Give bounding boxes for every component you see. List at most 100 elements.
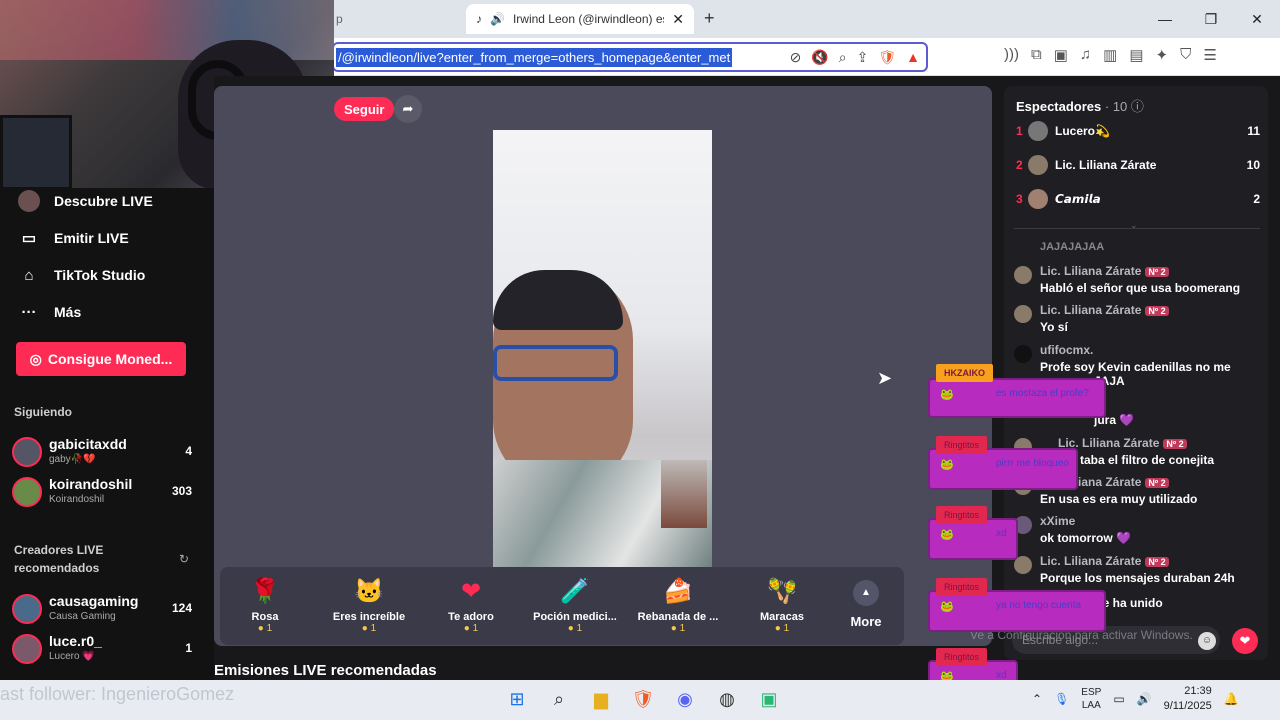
rewards-icon[interactable]: ▲ bbox=[906, 49, 920, 65]
share-icon[interactable]: ➦ bbox=[394, 95, 422, 123]
ranking-row[interactable]: 3 𝘾𝙖𝙢𝙞𝙡𝙖 2 bbox=[1016, 188, 1260, 210]
sidebar-item-descubre-live[interactable]: Descubre LIVE bbox=[18, 190, 153, 212]
file-explorer-icon[interactable]: ▆ bbox=[588, 686, 614, 712]
following-name: koirandoshil bbox=[49, 476, 133, 492]
live-video[interactable] bbox=[493, 130, 712, 567]
active-tab[interactable]: ♪ 🔊 Irwind Leon (@irwindleon) es ✕ bbox=[466, 4, 694, 34]
chat-user[interactable]: ufifocmx. bbox=[1040, 343, 1093, 357]
browser-toolbar: ))) ⧉ ▣ ♫ ▥ ▤ ✦ ⛉ ☰ bbox=[1004, 46, 1217, 64]
chat-user[interactable]: Lic. Liliana Zárate bbox=[1040, 303, 1141, 317]
gift-item[interactable]: ❤ Te adoro ● 1 bbox=[426, 577, 516, 634]
clock[interactable]: 21:39 9/11/2025 bbox=[1164, 684, 1212, 714]
info-icon[interactable]: ⓘ bbox=[1131, 99, 1144, 114]
brave-shield-icon[interactable]: 🛡 bbox=[878, 49, 896, 66]
discord-icon[interactable]: ◉ bbox=[672, 686, 698, 712]
chevron-up-icon: ▲ bbox=[853, 580, 879, 606]
like-heart-button[interactable]: ❤ bbox=[1232, 628, 1258, 654]
extensions-icon[interactable]: ⧉ bbox=[1031, 46, 1042, 64]
get-coins-button[interactable]: ◎ Consigue Moned... bbox=[16, 342, 186, 376]
tab-search-icon[interactable]: ▣ bbox=[1054, 46, 1068, 64]
overlay-tag: Ringtitos bbox=[936, 578, 988, 596]
ranking-row[interactable]: 2 Lic. Liliana Zárate 10 bbox=[1016, 154, 1260, 176]
chat-user[interactable]: xXime bbox=[1040, 514, 1075, 528]
overlay-message: pirrr me bloqueo bbox=[996, 458, 1069, 469]
gift-item[interactable]: 🌹 Rosa ● 1 bbox=[220, 577, 310, 634]
reader-off-icon[interactable]: ⊘ bbox=[790, 49, 802, 66]
emoji-icon[interactable]: ☺ bbox=[1198, 632, 1216, 650]
notification-bell-icon[interactable]: 🔔 bbox=[1224, 692, 1239, 706]
vpn-icon[interactable]: ⛉ bbox=[1180, 46, 1191, 64]
avatar bbox=[1014, 345, 1032, 363]
overlay-tag: Ringtitos bbox=[936, 436, 988, 454]
media-icon[interactable]: ♫ bbox=[1080, 46, 1091, 64]
obs-icon[interactable]: ◍ bbox=[714, 686, 740, 712]
windows-start-icon[interactable]: ⊞ bbox=[504, 686, 530, 712]
ranking-row[interactable]: 1 Lucero💫 11 bbox=[1016, 120, 1260, 142]
previous-tab-fragment[interactable]: p bbox=[336, 12, 343, 26]
gift-name: Rosa bbox=[251, 611, 279, 623]
clock-date: 9/11/2025 bbox=[1163, 700, 1212, 712]
gift-item[interactable]: 🍰 Rebanada de ... ● 1 bbox=[633, 577, 723, 634]
chat-user[interactable]: Lic. Liliana Zárate bbox=[1040, 264, 1141, 278]
url-icons: ⊘ 🔇 ⌕ ⇪ 🛡 ▲ bbox=[790, 49, 926, 66]
network-icon[interactable]: ▭ bbox=[1113, 692, 1124, 706]
chat-join-text: se ha unido bbox=[1096, 596, 1163, 610]
maximize-icon[interactable]: ❐ bbox=[1188, 0, 1234, 38]
chat-user[interactable]: Lic. Liliana Zárate bbox=[1040, 554, 1141, 568]
ai-icon[interactable]: ✦ bbox=[1156, 46, 1169, 64]
following-item[interactable]: gabicitaxdd gaby🥀💔 4 bbox=[12, 436, 192, 468]
avatar bbox=[12, 437, 42, 467]
following-sub: gaby🥀💔 bbox=[49, 454, 96, 465]
url-text[interactable]: /@irwindleon/live?enter_from_merge=other… bbox=[336, 47, 733, 67]
language-indicator[interactable]: ESP LAA bbox=[1081, 686, 1101, 712]
recommended-item[interactable]: causagaming Causa Gaming 124 bbox=[12, 593, 192, 625]
overlay-tag: HKZAIKO bbox=[936, 364, 993, 382]
gift-item[interactable]: 🪇 Maracas ● 1 bbox=[737, 577, 827, 634]
sidebar-item-emitir-live[interactable]: ▭ Emitir LIVE bbox=[18, 227, 129, 249]
rank-number: 2 bbox=[1016, 158, 1023, 172]
wallet-icon[interactable]: ))) bbox=[1004, 46, 1019, 64]
sidebar-item-mas[interactable]: ··· Más bbox=[18, 301, 82, 323]
follow-button[interactable]: Seguir bbox=[334, 97, 395, 121]
following-item[interactable]: koirandoshil Koirandoshil 303 bbox=[12, 476, 192, 508]
gift-price: ● 1 bbox=[774, 623, 790, 634]
search-icon[interactable]: ⌕ bbox=[546, 686, 572, 712]
following-sub: Koirandoshil bbox=[49, 494, 105, 505]
brave-browser-icon[interactable]: 🛡 bbox=[630, 686, 656, 712]
chat-badge: Nº 2 bbox=[1145, 267, 1169, 277]
streaming-app-icon[interactable]: ▣ bbox=[756, 686, 782, 712]
wallet2-icon[interactable]: ▤ bbox=[1129, 46, 1143, 64]
share-icon[interactable]: ⇪ bbox=[857, 49, 869, 66]
minimize-icon[interactable]: — bbox=[1142, 0, 1188, 38]
microphone-icon[interactable]: 🎙 bbox=[1054, 692, 1069, 706]
rank-score: 10 bbox=[1246, 158, 1260, 172]
url-field[interactable]: /@irwindleon/live?enter_from_merge=other… bbox=[332, 42, 928, 72]
gift-item[interactable]: 🐱 Eres increíble ● 1 bbox=[324, 577, 414, 634]
mute-site-icon[interactable]: 🔇 bbox=[811, 49, 828, 66]
zoom-icon[interactable]: ⌕ bbox=[839, 49, 847, 66]
gift-price-value: 1 bbox=[783, 623, 790, 634]
avatar bbox=[1014, 305, 1032, 323]
refresh-icon[interactable]: ↻ bbox=[179, 552, 189, 566]
sidebar-toggle-icon[interactable]: ▥ bbox=[1103, 46, 1117, 64]
recommended-item[interactable]: luce.r0_ Lucero 💗 1 bbox=[12, 633, 192, 665]
sidebar-item-tiktok-studio[interactable]: ⌂ TikTok Studio bbox=[18, 264, 145, 286]
close-window-icon[interactable]: ✕ bbox=[1234, 0, 1280, 38]
gift-price-value: 1 bbox=[576, 623, 583, 634]
recommended-name: causagaming bbox=[49, 593, 139, 609]
viewers-count: · 10 bbox=[1104, 99, 1128, 114]
recommended-sub: Causa Gaming bbox=[49, 611, 116, 622]
recommended-sub: Lucero 💗 bbox=[49, 651, 95, 662]
chevron-down-icon[interactable]: ⌄ bbox=[1130, 220, 1138, 231]
avatar bbox=[1014, 266, 1032, 284]
rank-number: 1 bbox=[1016, 124, 1023, 138]
more-gifts-button[interactable]: ▲ More bbox=[842, 580, 890, 629]
menu-icon[interactable]: ☰ bbox=[1203, 46, 1216, 64]
speaker-icon[interactable]: 🔊 bbox=[490, 12, 505, 26]
gift-item[interactable]: 🧪 Poción medici... ● 1 bbox=[530, 577, 620, 634]
volume-icon[interactable]: 🔊 bbox=[1137, 692, 1152, 706]
new-tab-icon[interactable]: + bbox=[704, 8, 715, 29]
chevron-up-icon[interactable]: ⌃ bbox=[1032, 692, 1042, 706]
rank-name: Lic. Liliana Zárate bbox=[1055, 158, 1157, 172]
close-tab-icon[interactable]: ✕ bbox=[672, 11, 684, 28]
